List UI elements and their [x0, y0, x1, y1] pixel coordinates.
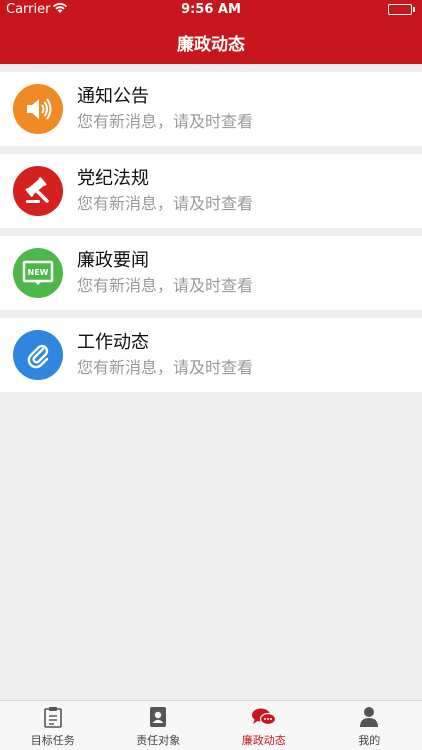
tab-clean-govt-news[interactable]: 廉政动态: [211, 701, 317, 750]
tab-target-tasks[interactable]: 目标任务: [0, 701, 106, 750]
list-item-work-updates[interactable]: 工作动态 您有新消息，请及时查看: [0, 318, 422, 392]
item-title: 通知公告: [77, 86, 149, 107]
news-icon: NEW: [13, 248, 63, 298]
tab-label: 目标任务: [30, 734, 75, 747]
gavel-icon: [13, 166, 63, 216]
news-badge: NEW: [28, 268, 49, 277]
item-subtitle: 您有新消息，请及时查看: [77, 112, 254, 131]
news-category-list: 通知公告 您有新消息，请及时查看 党纪法规 您有新消息，请及时查看 NEW 廉政…: [0, 72, 422, 400]
item-title: 廉政要闻: [77, 250, 149, 271]
tab-responsible-parties[interactable]: 责任对象: [106, 701, 212, 750]
page-title: 廉政动态: [177, 34, 245, 55]
tab-label: 我的: [358, 734, 381, 747]
battery-icon: [388, 4, 412, 15]
item-title: 党纪法规: [77, 168, 149, 189]
item-subtitle: 您有新消息，请及时查看: [77, 276, 254, 295]
list-item-regulations[interactable]: 党纪法规 您有新消息，请及时查看: [0, 154, 422, 228]
clock: 9:56 AM: [181, 2, 241, 17]
user-icon: [359, 705, 379, 729]
contacts-icon: [148, 705, 168, 729]
status-bar: Carrier 9:56 AM: [0, 0, 422, 20]
item-subtitle: 您有新消息，请及时查看: [77, 358, 254, 377]
list-item-notice[interactable]: 通知公告 您有新消息，请及时查看: [0, 72, 422, 146]
item-title: 工作动态: [77, 332, 149, 353]
paperclip-icon: [13, 330, 63, 380]
tab-bar: 目标任务 责任对象 廉政动态 我的: [0, 700, 422, 750]
speaker-icon: [13, 84, 63, 134]
tab-label: 廉政动态: [241, 734, 286, 747]
tab-me[interactable]: 我的: [317, 701, 422, 750]
battery-tip: [413, 7, 415, 12]
chat-bubbles-icon: [251, 705, 277, 729]
item-subtitle: 您有新消息，请及时查看: [77, 194, 254, 213]
nav-header: 廉政动态: [0, 20, 422, 64]
tab-label: 责任对象: [136, 734, 181, 747]
clipboard-icon: [43, 705, 63, 729]
list-item-news[interactable]: NEW 廉政要闻 您有新消息，请及时查看: [0, 236, 422, 310]
